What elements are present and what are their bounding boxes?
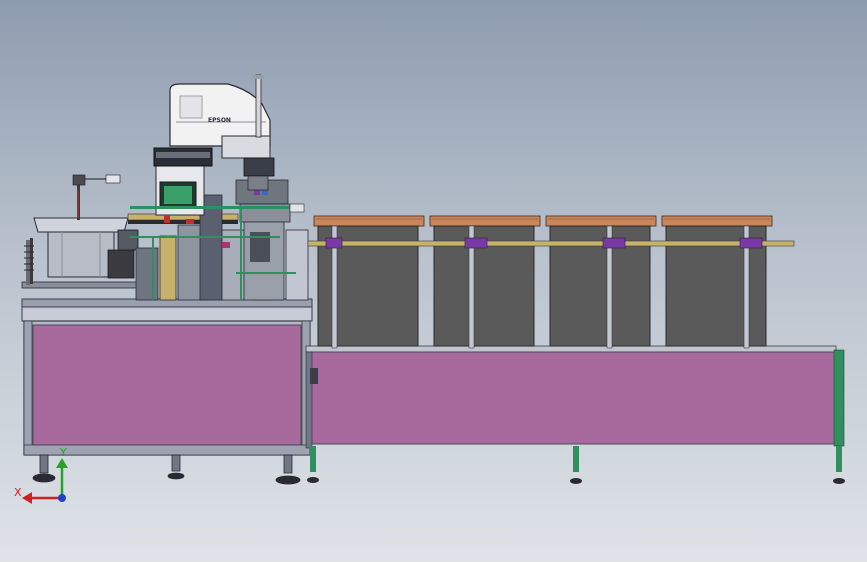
conveyor-legs	[307, 446, 845, 484]
cad-viewport[interactable]: EPSON X Y	[0, 0, 867, 562]
robot-brand-label: EPSON	[208, 117, 231, 124]
bin-1	[313, 215, 425, 347]
bin-3	[545, 215, 657, 347]
bin-section	[305, 215, 845, 484]
bin-2	[429, 215, 541, 347]
bin-4	[661, 215, 773, 347]
leveling-feet	[32, 454, 301, 485]
guide-rail	[307, 240, 795, 247]
conveyor-panel	[309, 351, 837, 445]
main-frame-panel	[32, 324, 302, 446]
y-axis-label: Y	[59, 446, 67, 459]
x-axis-label: X	[14, 486, 22, 499]
machine-assembly-drawing: EPSON X Y	[14, 74, 845, 504]
center-mechanism	[130, 164, 309, 301]
